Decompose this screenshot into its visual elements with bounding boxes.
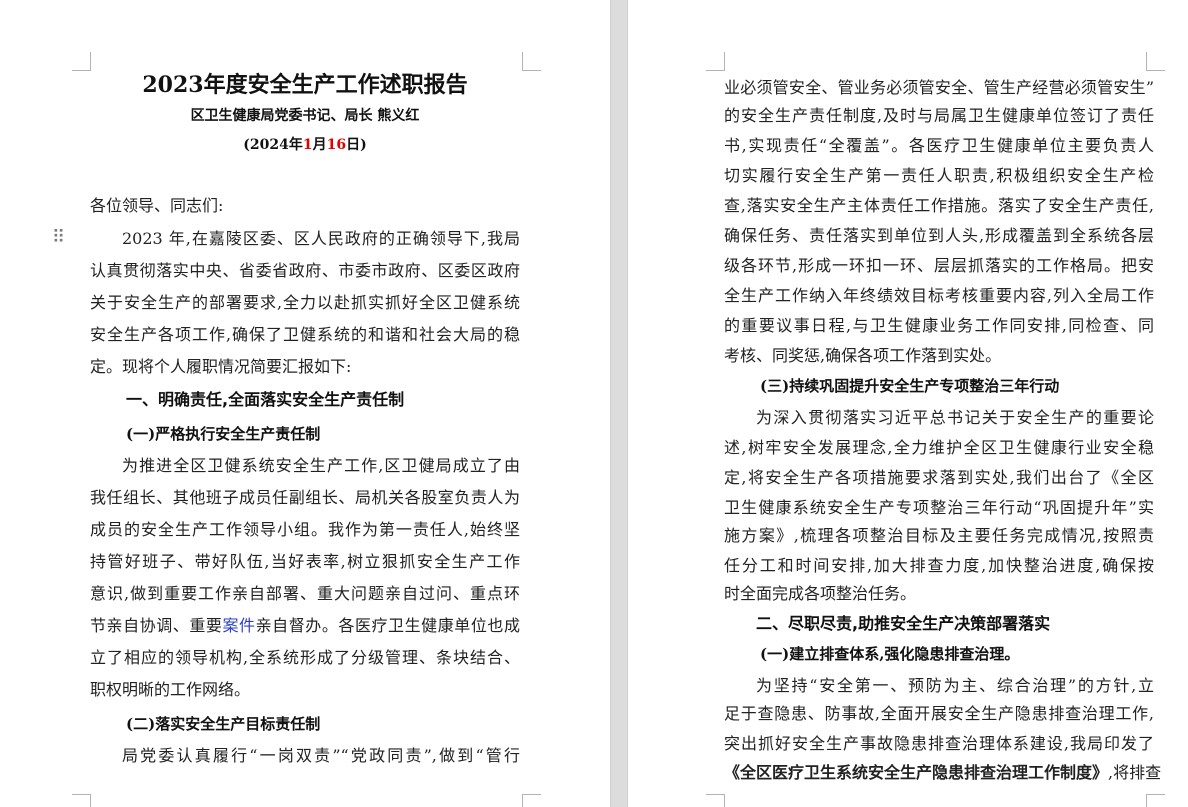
paragraph-line: 为坚持“安全第一、预防为主、综合治理”的方针,立	[756, 676, 1154, 695]
paragraph-line: 节亲自协调、重要案件亲自督办。各医疗卫生健康单位也成	[90, 616, 520, 635]
document-page-right: 业必须管安全、管业务必须管安全、管生产经营必须管安生” 的安全生产责任制度,及时…	[628, 0, 1188, 807]
paragraph-line: 级各环节,形成一环扣一环、层层抓落实的工作格局。把安	[724, 256, 1154, 275]
subsection-heading: (一)严格执行安全生产责任制	[126, 425, 321, 443]
subsection-heading: (二)落实安全生产目标责任制	[126, 715, 321, 733]
paragraph-line: 局党委认真履行“一岗双责”“党政同责”,做到“管行	[122, 746, 520, 765]
paragraph-line: 定。现将个人履职情况简要汇报如下:	[90, 357, 352, 376]
paragraph-line: 书,实现责任“全覆盖”。各医疗卫生健康单位主要负责人	[724, 136, 1154, 155]
paragraph-line: 考核、同奖惩,确保各项工作落到实处。	[724, 346, 1002, 365]
crop-mark	[72, 794, 91, 807]
document-title: 2023年度安全生产工作述职报告	[142, 72, 468, 98]
paragraph-line: 施方案》,梳理各项整治目标及主要任务完成情况,按照责	[724, 526, 1154, 545]
paragraph-line: 查,落实安全生产主体责任工作措施。落实了安全生产责任,	[724, 196, 1154, 215]
document-page-left: ⠿ 2023年度安全生产工作述职报告 区卫生健康局党委书记、局长 熊义红 (20…	[0, 0, 610, 807]
case-link[interactable]: 案件	[222, 616, 255, 635]
paragraph-line: 述,树牢安全发展理念,全力维护全区卫生健康行业安全稳	[724, 438, 1154, 457]
paragraph-line: 职权明晰的工作网络。	[90, 680, 251, 699]
paragraph-line: 关于安全生产的部署要求,全力以赴抓实抓好全区卫健系统	[90, 293, 520, 312]
paragraph-line: 时全面完成各项整治任务。	[724, 584, 917, 603]
paragraph-line: 为深入贯彻落实习近平总书记关于安全生产的重要论	[756, 408, 1154, 427]
paragraph-drag-handle-icon[interactable]: ⠿	[52, 227, 65, 248]
paragraph-line: 的重要议事日程,与卫生健康业务工作同安排,同检查、同	[724, 316, 1154, 335]
paragraph-line: 足于查隐患、防事故,全面开展安全生产隐患排查治理工作,	[724, 704, 1154, 723]
salutation: 各位领导、同志们:	[90, 196, 224, 215]
paragraph-line: 为推进全区卫健系统安全生产工作,区卫健局成立了由	[122, 456, 520, 475]
paragraph-line: 《全区医疗卫生系统安全生产隐患排查治理工作制度》,将排查	[724, 763, 1162, 782]
crop-mark	[1146, 52, 1165, 71]
paragraph-line: 切实履行安全生产第一责任人职责,积极组织安全生产检	[724, 166, 1154, 185]
paragraph-line: 意识,做到重要工作亲自部署、重大问题亲自过问、重点环	[90, 584, 520, 603]
paragraph-line: 安全生产各项工作,确保了卫健系统的和谐和社会大局的稳	[90, 325, 520, 344]
crop-mark	[706, 52, 725, 71]
paragraph-line: 任分工和时间安排,加大排查力度,加快整治进度,确保按	[724, 556, 1154, 575]
crop-mark	[72, 52, 91, 71]
paragraph-line: 突出抓好安全生产事故隐患排查治理体系建设,我局印发了	[724, 734, 1154, 753]
crop-mark	[706, 794, 725, 807]
section-heading: 一、明确责任,全面落实安全生产责任制	[126, 390, 405, 409]
paragraph-line: 的安全生产责任制度,及时与局属卫生健康单位签订了责任	[724, 106, 1154, 125]
subsection-heading: (三)持续巩固提升安全生产专项整治三年行动	[760, 377, 1060, 395]
section-heading: 二、尽职尽责,助推安全生产决策部署落实	[756, 614, 1051, 633]
paragraph-line: 成员的安全生产工作领导小组。我作为第一责任人,始终坚	[90, 520, 520, 539]
paragraph-line: 我任组长、其他班子成员任副组长、局机关各股室负责人为	[90, 488, 520, 507]
document-date: (2024年1月16日)	[243, 137, 367, 153]
paragraph-line: 定,将安全生产各项措施要求落到实处,我们出台了《全区	[724, 468, 1154, 487]
paragraph-line: 确保任务、责任落实到单位到人头,形成覆盖到全系统各层	[724, 226, 1154, 245]
crop-mark	[522, 52, 541, 71]
paragraph-line: 全生产工作纳入年终绩效目标考核重要内容,列入全局工作	[724, 286, 1154, 305]
crop-mark	[1146, 794, 1165, 807]
document-author: 区卫生健康局党委书记、局长 熊义红	[190, 108, 420, 124]
paragraph-line: 业必须管安全、管业务必须管安全、管生产经营必须管安生”	[724, 78, 1154, 97]
subsection-heading: (一)建立排查体系,强化隐患排查治理。	[760, 645, 1020, 663]
crop-mark	[522, 794, 541, 807]
paragraph-line: 立了相应的领导机构,全系统形成了分级管理、条块结合、	[90, 648, 520, 667]
page-gutter	[610, 0, 628, 807]
paragraph-line: 卫生健康系统安全生产专项整治三年行动“巩固提升年”实	[724, 498, 1154, 517]
paragraph-line: 持管好班子、带好队伍,当好表率,树立狠抓安全生产工作	[90, 552, 520, 571]
paragraph-line: 2023 年,在嘉陵区委、区人民政府的正确领导下,我局	[122, 229, 520, 248]
paragraph-line: 认真贯彻落实中央、省委省政府、市委市政府、区委区政府	[90, 261, 520, 280]
